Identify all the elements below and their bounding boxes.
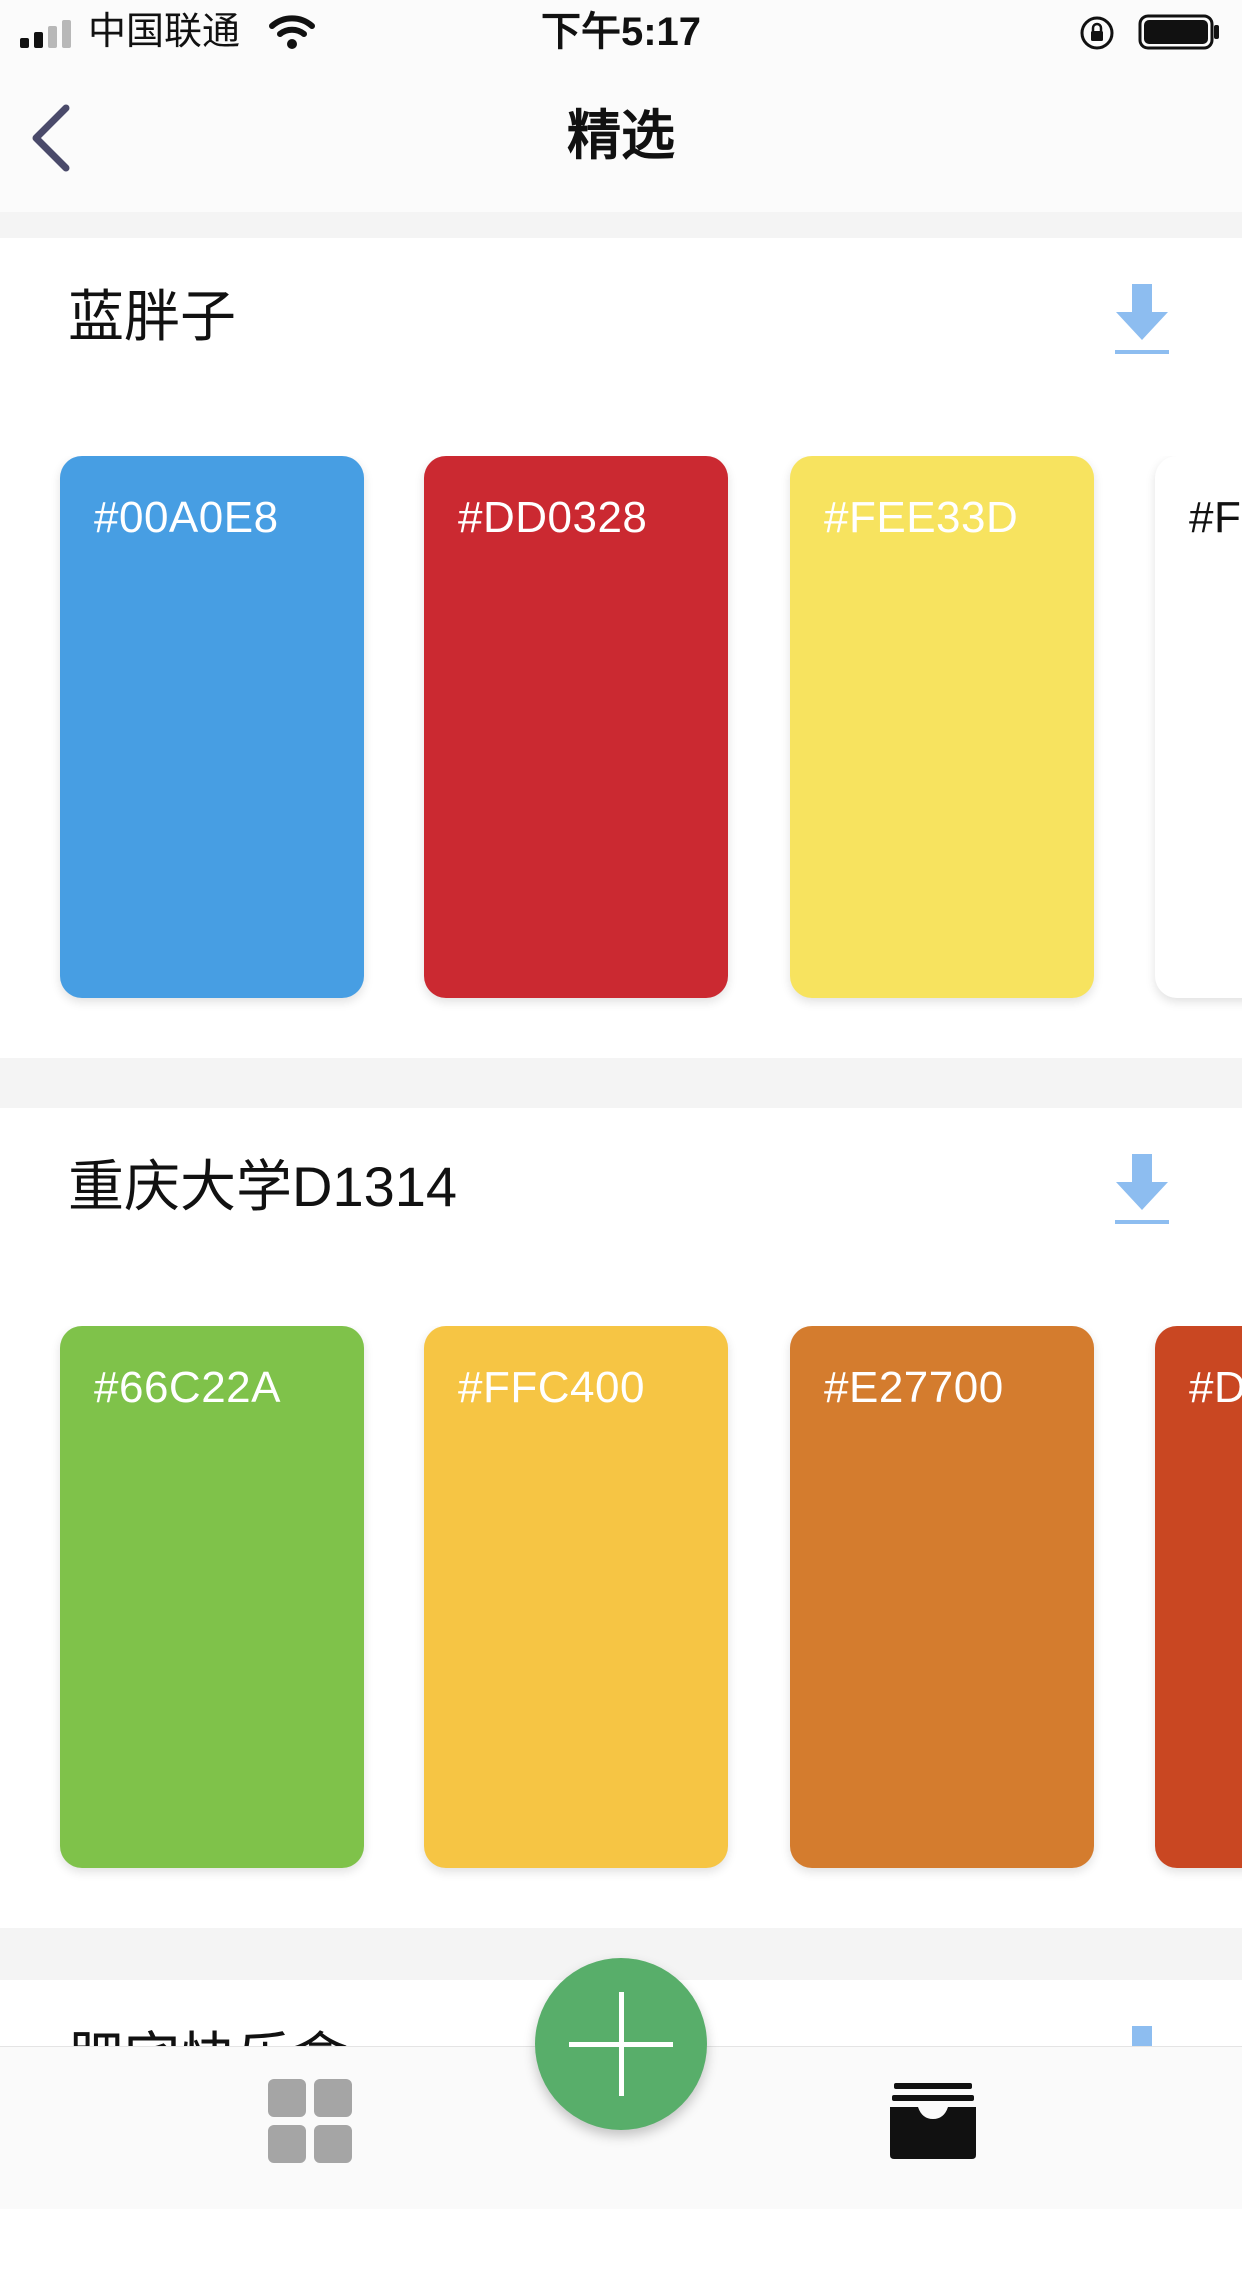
palette-card[interactable]: 重庆大学D1314 #66C22A #FFC400 #E27700 #D	[0, 1108, 1242, 1928]
add-palette-button[interactable]	[535, 1958, 707, 2130]
color-swatch[interactable]: #DD0328	[424, 456, 728, 998]
swatch-hex-label: #E27700	[824, 1363, 1004, 1412]
color-swatch[interactable]: #D	[1155, 1326, 1242, 1868]
download-icon[interactable]	[1112, 1152, 1172, 1228]
color-swatch[interactable]: #F	[1155, 456, 1242, 998]
swatch-hex-label: #DD0328	[458, 493, 648, 542]
color-swatch[interactable]: #66C22A	[60, 1326, 364, 1868]
swatch-row: #66C22A #FFC400 #E27700 #D	[0, 1326, 1242, 1886]
color-swatch[interactable]: #E27700	[790, 1326, 1094, 1868]
swatch-hex-label: #D	[1189, 1363, 1242, 1412]
palette-name: 重庆大学D1314	[68, 1155, 458, 1218]
swatch-row: #00A0E8 #DD0328 #FEE33D #F	[0, 456, 1242, 1016]
color-swatch[interactable]: #00A0E8	[60, 456, 364, 998]
plus-icon-stroke	[619, 1992, 624, 2096]
swatch-hex-label: #F	[1189, 493, 1242, 542]
archive-box-icon[interactable]	[888, 2081, 978, 2161]
swatch-hex-label: #FEE33D	[824, 493, 1019, 542]
rotation-lock-icon	[1080, 16, 1114, 50]
grid-icon[interactable]	[268, 2079, 356, 2167]
palette-card[interactable]: 蓝胖子 #00A0E8 #DD0328 #FEE33D #F	[0, 238, 1242, 1058]
swatch-hex-label: #00A0E8	[94, 493, 279, 542]
status-bar: 中国联通 下午5:17	[0, 0, 1242, 64]
navigation-bar: 精选	[0, 64, 1242, 212]
color-swatch[interactable]: #FEE33D	[790, 456, 1094, 998]
swatch-hex-label: #FFC400	[458, 1363, 645, 1412]
palette-name: 蓝胖子	[68, 285, 236, 348]
swatch-hex-label: #66C22A	[94, 1363, 281, 1412]
color-swatch[interactable]: #FFC400	[424, 1326, 728, 1868]
page-title: 精选	[567, 106, 675, 166]
status-time: 下午5:17	[540, 10, 702, 54]
battery-icon	[1138, 14, 1219, 50]
download-icon[interactable]	[1112, 282, 1172, 358]
